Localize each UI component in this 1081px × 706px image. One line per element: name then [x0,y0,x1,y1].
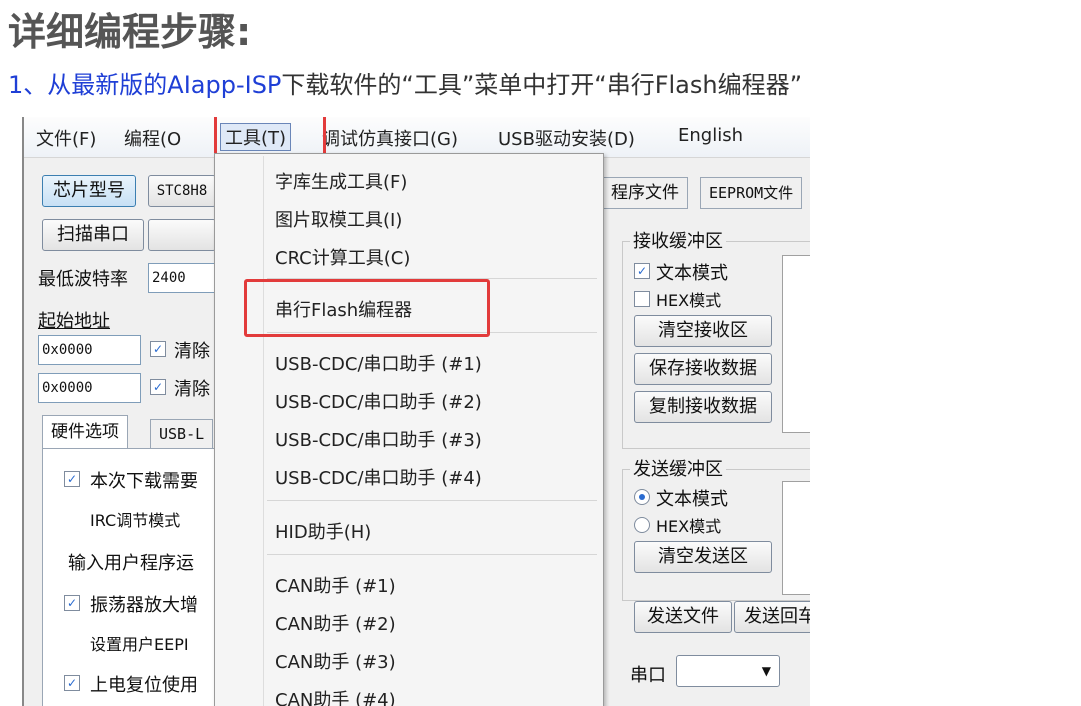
recv-hex-mode-checkbox[interactable] [634,291,650,307]
baud-select[interactable]: 2400 [148,263,215,293]
menu-item-image-tool[interactable]: 图片取模工具(I) [275,206,402,232]
clear1-label: 清除 [174,341,210,362]
baud-label: 最低波特率 [38,269,128,290]
addr1-input[interactable]: 0x0000 [38,335,141,365]
send-buffer-title: 发送缓冲区 [630,455,726,481]
opt2-label: 输入用户程序运 [68,553,194,574]
step-number: 1、 [8,71,48,99]
opt3-checkbox[interactable]: ✓ [64,595,80,611]
opt3-sub-label: 设置用户EEPI [90,635,189,654]
port-select[interactable] [148,219,216,251]
opt1-sub-label: IRC调节模式 [90,511,181,530]
tools-dropdown-menu: 字库生成工具(F) 图片取模工具(I) CRC计算工具(C) 串行Flash编程… [214,153,604,706]
opt3-label: 振荡器放大增 [90,595,198,616]
menubar: 文件(F) 编程(O 工具(T) 调试仿真接口(G) USB驱动安装(D) En… [24,117,810,158]
port-label: 串口 [630,665,666,686]
app-window: 文件(F) 编程(O 工具(T) 调试仿真接口(G) USB驱动安装(D) En… [22,117,810,706]
step-app-name: AIapp-ISP [167,71,282,99]
menu-item-can-3[interactable]: CAN助手 (#3) [275,648,396,674]
recv-text-mode-checkbox[interactable]: ✓ [634,263,650,279]
menu-english[interactable]: English [678,125,743,146]
send-text-area[interactable] [782,481,810,595]
clear2-checkbox[interactable]: ✓ [150,379,166,395]
opt4-checkbox[interactable]: ✓ [64,675,80,691]
send-file-button[interactable]: 发送文件 [634,601,732,633]
copy-receive-button[interactable]: 复制接收数据 [634,391,772,423]
menu-file[interactable]: 文件(F) [36,125,96,151]
opt1-label: 本次下载需要 [90,471,198,492]
tab-eeprom-file[interactable]: EEPROM文件 [700,177,803,209]
menu-item-usb-cdc-3[interactable]: USB-CDC/串口助手 (#3) [275,426,482,452]
menu-item-usb-cdc-2[interactable]: USB-CDC/串口助手 (#2) [275,388,482,414]
menu-item-usb-cdc-1[interactable]: USB-CDC/串口助手 (#1) [275,350,482,376]
menu-debug[interactable]: 调试仿真接口(G) [322,125,458,151]
scan-port-button[interactable]: 扫描串口 [42,219,144,251]
menu-item-usb-cdc-4[interactable]: USB-CDC/串口助手 (#4) [275,464,482,490]
menu-separator [267,554,597,555]
chip-model-button[interactable]: 芯片型号 [42,175,136,207]
menu-gutter [263,156,264,706]
receive-text-area[interactable] [782,255,810,433]
menu-item-font-tool[interactable]: 字库生成工具(F) [275,168,407,194]
clear2-label: 清除 [174,379,210,400]
addr2-input[interactable]: 0x0000 [38,373,141,403]
clear-send-button[interactable]: 清空发送区 [634,541,772,573]
send-text-mode-radio[interactable] [634,489,650,505]
step-text-a: 从最新版的 [47,71,168,99]
port-dropdown[interactable]: ▼ [676,655,780,687]
menu-separator [267,500,597,501]
step-text-c: 下载软件的“工具”菜单中打开“串行Flash编程器” [281,71,803,99]
menu-item-hid-helper[interactable]: HID助手(H) [275,518,371,544]
start-addr-label: 起始地址 [38,311,110,332]
opt4-label: 上电复位使用 [90,675,198,696]
menu-item-can-1[interactable]: CAN助手 (#1) [275,572,396,598]
highlight-serial-flash-programmer [244,279,490,337]
menu-item-can-2[interactable]: CAN助手 (#2) [275,610,396,636]
menu-usb-driver[interactable]: USB驱动安装(D) [498,125,635,151]
step-1-text: 1、从最新版的AIapp-ISP下载软件的“工具”菜单中打开“串行Flash编程… [8,68,802,102]
recv-hex-mode-label: HEX模式 [656,291,722,310]
tab-program-file[interactable]: 程序文件 [602,177,688,209]
send-hex-mode-radio[interactable] [634,517,650,533]
clear1-checkbox[interactable]: ✓ [150,341,166,357]
receive-buffer-title: 接收缓冲区 [630,227,726,253]
save-receive-button[interactable]: 保存接收数据 [634,353,772,385]
menu-item-crc-tool[interactable]: CRC计算工具(C) [275,244,410,270]
send-hex-mode-label: HEX模式 [656,517,722,536]
menu-program[interactable]: 编程(O [124,125,181,151]
send-text-mode-label: 文本模式 [656,489,728,510]
doc-title: 详细编程步骤: [8,10,252,54]
tab-hardware-options[interactable]: 硬件选项 [42,415,128,449]
chevron-down-icon: ▼ [761,664,771,678]
opt1-checkbox[interactable]: ✓ [64,471,80,487]
chip-model-value[interactable]: STC8H8 [148,175,216,207]
clear-receive-button[interactable]: 清空接收区 [634,315,772,347]
send-enter-button[interactable]: 发送回车 [734,601,810,633]
menu-item-can-4[interactable]: CAN助手 (#4) [275,686,396,706]
tab-usb[interactable]: USB-L [150,419,214,449]
recv-text-mode-label: 文本模式 [656,263,728,284]
